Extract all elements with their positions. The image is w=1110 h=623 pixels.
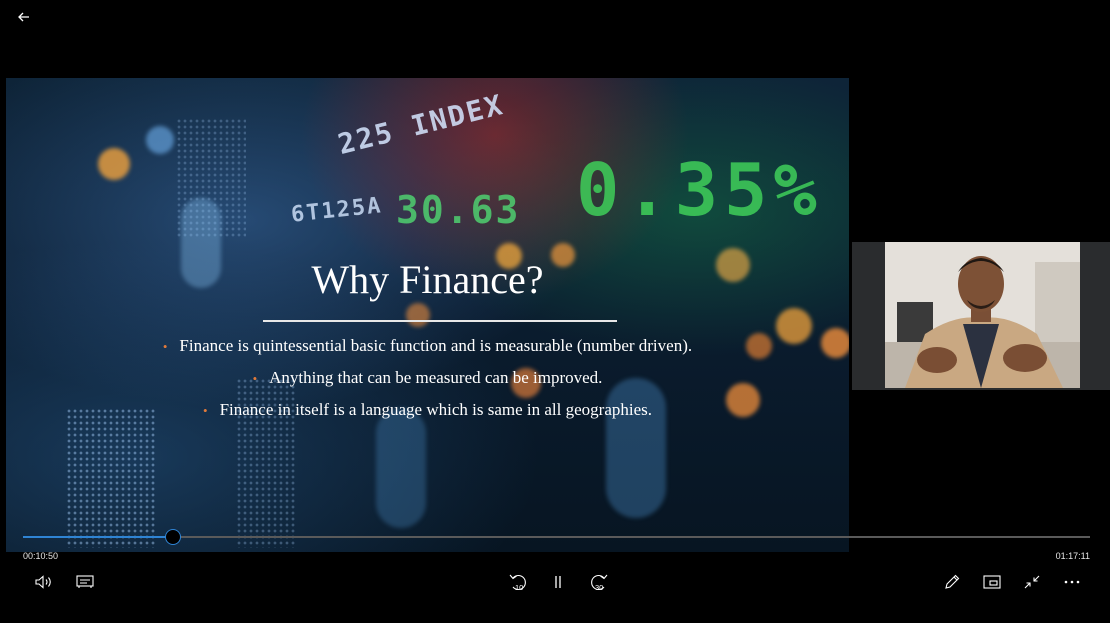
pause-icon [555,576,561,588]
bullet-text: Finance in itself is a language which is… [219,400,652,419]
bullet-dot: • [162,339,168,354]
total-duration: 01:17:11 [1055,551,1090,561]
bullet-text: Finance is quintessential basic function… [179,336,693,355]
title-divider [263,320,617,322]
slide-title: Why Finance? [311,257,544,302]
skip-forward-label: 30 [595,583,603,592]
skip-back-10-icon: 10 [509,574,526,592]
bokeh-light [98,148,130,180]
presenter-image [885,242,1080,388]
ticker-symbol: 6T125A [289,193,384,228]
captions-icon [76,575,94,588]
arrow-left-icon [18,12,29,22]
skip-back-button[interactable]: 10 [505,570,531,594]
volume-button[interactable] [31,570,57,594]
bokeh-light [406,303,430,327]
bokeh-light [376,408,426,528]
bullet-item: • Finance is quintessential basic functio… [6,336,849,356]
pencil-icon [945,574,960,589]
bokeh-light [146,126,174,154]
edit-button[interactable] [939,570,965,594]
bullet-text: Anything that can be measured can be imp… [269,368,603,387]
index-label: 225 INDEX [334,87,508,162]
seek-bar-progress [23,536,173,538]
ticker-value: 30.63 [396,188,521,232]
bokeh-light [606,378,666,518]
skip-forward-button[interactable]: 30 [586,570,612,594]
more-options-button[interactable] [1059,570,1085,594]
bullet-dot: • [203,403,208,418]
current-time: 00:10:50 [23,551,59,561]
pause-button[interactable] [545,570,571,594]
captions-button[interactable] [72,570,98,594]
presenter-webcam [885,242,1080,388]
exit-fullscreen-icon [1024,575,1040,589]
skip-back-label: 10 [515,583,523,592]
percent-value: 0.35% [576,148,823,232]
mini-view-button[interactable] [979,570,1005,594]
bullet-item: • Finance in itself is a language which i… [6,400,849,420]
more-options-icon [1064,580,1080,584]
skip-forward-30-icon: 30 [591,574,608,592]
back-button[interactable] [12,6,36,28]
video-frame[interactable]: 225 INDEX 6T125A 30.63 0.35% Why Finance… [6,78,849,552]
seek-bar-thumb[interactable] [164,529,181,545]
bullet-dot: • [252,371,258,386]
volume-icon [35,575,51,589]
exit-fullscreen-button[interactable] [1019,570,1045,594]
video-player: 225 INDEX 6T125A 30.63 0.35% Why Finance… [0,0,1110,623]
bullet-item: • Anything that can be measured can be im… [6,368,849,388]
seek-bar[interactable] [23,529,1090,545]
led-board-decoration [66,408,156,548]
mini-view-icon [983,575,1001,589]
